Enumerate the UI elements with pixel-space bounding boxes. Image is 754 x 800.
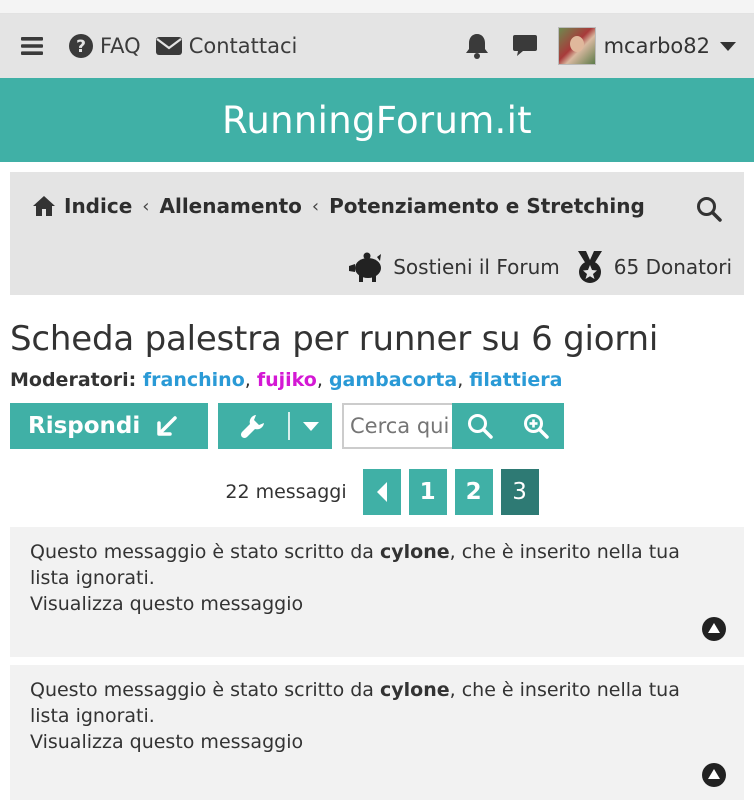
search-icon: [468, 414, 493, 439]
reply-label: Rispondi: [28, 413, 141, 439]
breadcrumb-separator-icon: ‹: [311, 195, 320, 217]
moderator-link[interactable]: gambacorta: [329, 369, 457, 391]
page-button-2[interactable]: 2: [454, 469, 493, 515]
svg-text:?: ?: [76, 37, 86, 57]
topic-search: [342, 403, 564, 449]
user-area: mcarbo82: [464, 14, 736, 78]
moderator-link[interactable]: filattiera: [469, 369, 562, 391]
wrench-icon: [240, 415, 264, 439]
moderator-separator: ,: [316, 369, 329, 391]
breadcrumb-item-allenamento[interactable]: Allenamento: [159, 194, 301, 218]
post-count: 22 messaggi: [225, 481, 347, 503]
pagination: 22 messaggi 1 2 3: [0, 469, 754, 515]
faq-label: FAQ: [100, 34, 141, 58]
search-plus-icon: [524, 414, 549, 439]
chevron-left-icon: [376, 482, 387, 502]
bell-icon[interactable]: [464, 32, 490, 60]
contact-label: Contattaci: [188, 34, 298, 58]
support-forum-link[interactable]: Sostieni il Forum: [393, 255, 560, 279]
moderators-line: Moderatori: franchino, fujiko, gambacort…: [10, 369, 754, 391]
tools-part[interactable]: [218, 412, 290, 440]
top-navbar: ? FAQ Contattaci mcarbo82: [0, 14, 754, 78]
post-body: Questo messaggio è stato scritto da cylo…: [10, 665, 744, 755]
avatar[interactable]: [557, 27, 596, 65]
moderator-separator: ,: [457, 369, 470, 391]
breadcrumb-separator-icon: ‹: [142, 195, 150, 217]
medal-icon: [577, 251, 602, 283]
breadcrumb: Indice ‹ Allenamento ‹ Potenziamento e S…: [32, 194, 645, 218]
donors-link[interactable]: 65 Donatori: [614, 255, 732, 279]
search-icon[interactable]: [696, 196, 722, 222]
username[interactable]: mcarbo82: [604, 34, 710, 58]
chevron-down-icon[interactable]: [720, 41, 736, 51]
breadcrumb-item-indice[interactable]: Indice: [64, 194, 132, 218]
contact-link[interactable]: Contattaci: [155, 34, 298, 58]
faq-link[interactable]: ? FAQ: [68, 33, 141, 59]
ignored-post: Questo messaggio è stato scritto da cylo…: [10, 665, 744, 800]
top-edge: [0, 0, 754, 14]
current-page: 3: [500, 469, 539, 515]
post-notice-prefix: Questo messaggio è stato scritto da: [30, 541, 380, 563]
back-to-top-icon[interactable]: [702, 617, 726, 641]
home-icon[interactable]: [32, 195, 56, 217]
envelope-icon: [155, 37, 182, 55]
search-input[interactable]: [342, 403, 452, 449]
view-post-link[interactable]: Visualizza questo messaggio: [30, 593, 303, 615]
hamburger-menu-button[interactable]: [20, 35, 44, 57]
view-post-link[interactable]: Visualizza questo messaggio: [30, 731, 303, 753]
site-title[interactable]: RunningForum.it: [222, 99, 532, 142]
search-button[interactable]: [452, 403, 508, 449]
reply-button[interactable]: Rispondi: [10, 403, 208, 449]
topic-tools-button[interactable]: [218, 403, 332, 449]
moderator-separator: ,: [244, 369, 257, 391]
hamburger-icon: [21, 37, 43, 55]
page-button-1[interactable]: 1: [408, 469, 447, 515]
post-author[interactable]: cylone: [380, 679, 450, 701]
advanced-search-button[interactable]: [508, 403, 564, 449]
back-to-top-icon[interactable]: [702, 763, 726, 787]
post-notice-prefix: Questo messaggio è stato scritto da: [30, 679, 380, 701]
moderators-label: Moderatori:: [10, 369, 137, 391]
chat-bubble-icon[interactable]: [512, 33, 538, 59]
site-banner[interactable]: RunningForum.it: [0, 78, 754, 162]
post-author[interactable]: cylone: [380, 541, 450, 563]
piggy-bank-icon: [349, 252, 382, 282]
breadcrumb-bar: Indice ‹ Allenamento ‹ Potenziamento e S…: [10, 172, 744, 295]
moderator-link[interactable]: franchino: [143, 369, 245, 391]
page-title[interactable]: Scheda palestra per runner su 6 giorni: [10, 319, 754, 359]
ignored-post: Questo messaggio è stato scritto da cylo…: [10, 527, 744, 657]
previous-page-button[interactable]: [362, 469, 401, 515]
post-body: Questo messaggio è stato scritto da cylo…: [10, 527, 744, 617]
tools-dropdown-toggle[interactable]: [290, 421, 332, 431]
topic-actions: Rispondi: [10, 403, 754, 449]
question-circle-icon: ?: [69, 34, 93, 58]
chevron-down-icon: [303, 421, 319, 431]
breadcrumb-item-potenziamento[interactable]: Potenziamento e Stretching: [329, 194, 645, 218]
reply-arrow-icon: [157, 416, 178, 436]
support-links: Sostieni il Forum 65 Donatori: [347, 250, 732, 284]
moderator-link[interactable]: fujiko: [257, 369, 317, 391]
